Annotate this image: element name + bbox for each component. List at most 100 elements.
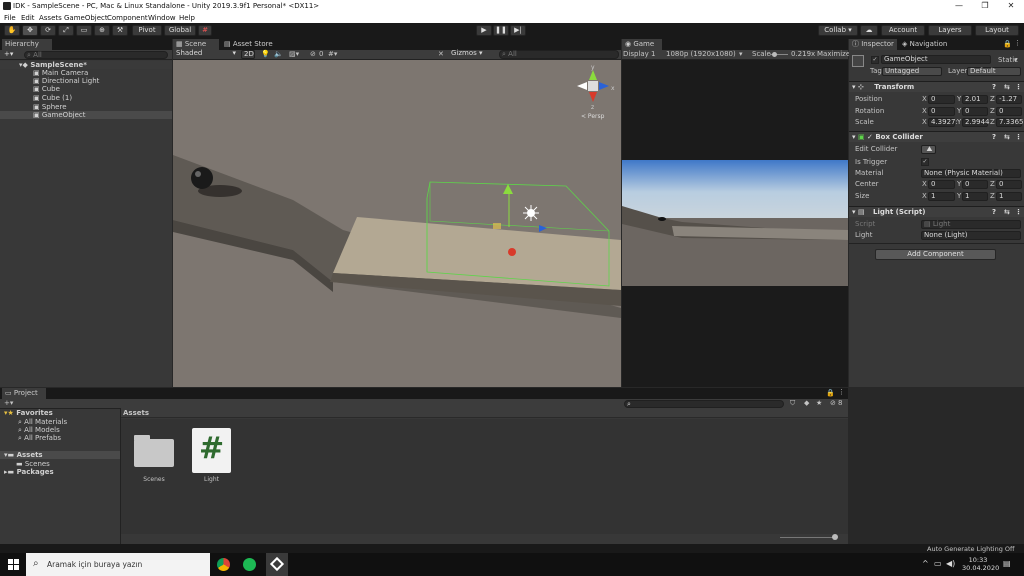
hierarchy-item[interactable]: ▣ Main Camera	[0, 69, 172, 77]
move-tool-icon[interactable]: ✥	[22, 25, 38, 36]
notifications-icon[interactable]: ▤	[1003, 559, 1011, 568]
audio-toggle-icon[interactable]: 🔈	[274, 50, 283, 58]
lock-icon[interactable]: 🔒	[826, 389, 835, 397]
light-script-header[interactable]: ▾ ▤ Light (Script) ? ⇆ ⋮	[849, 206, 1024, 217]
rotation-y-field[interactable]: 0	[962, 107, 988, 116]
position-y-field[interactable]: 2.01	[962, 95, 988, 104]
center-y-field[interactable]: 0	[962, 180, 988, 189]
taskbar-search-input[interactable]: ⌕ Aramak için buraya yazın	[26, 553, 210, 576]
menu-gameobject[interactable]: GameObject	[64, 14, 108, 22]
hierarchy-item[interactable]: ▣ Cube (1)	[0, 94, 172, 102]
size-x-field[interactable]: 1	[928, 192, 955, 201]
menu-dots-icon[interactable]: ⋮	[1014, 39, 1021, 47]
tab-game[interactable]: ◉ Game	[622, 39, 662, 50]
account-dropdown[interactable]: Account	[881, 25, 925, 36]
preset-icon[interactable]: ⇆	[1004, 82, 1010, 93]
add-icon[interactable]: +▾	[4, 399, 13, 407]
scale-y-field[interactable]: 2.9944	[962, 118, 990, 127]
scene-viewport[interactable]: y x z < Persp	[173, 60, 621, 387]
2d-toggle[interactable]: 2D	[241, 50, 255, 59]
assets-child-item[interactable]: ▬ Scenes	[16, 460, 50, 468]
menu-dots-icon[interactable]: ⋮	[1015, 207, 1022, 218]
icon-size-slider[interactable]	[780, 537, 836, 538]
filter-label-icon[interactable]: ◆	[804, 399, 809, 407]
tools-icon[interactable]: ✕	[438, 50, 444, 58]
light-field[interactable]: None (Light)	[921, 231, 1021, 240]
volume-icon[interactable]: ◀)	[946, 559, 955, 568]
add-icon[interactable]: +▾	[4, 50, 13, 58]
project-search-input[interactable]: ⌕	[624, 400, 784, 408]
scene-search-input[interactable]: ⌕ All	[499, 50, 619, 59]
grid-snap-icon[interactable]: #	[198, 25, 212, 36]
rotation-x-field[interactable]: 0	[928, 107, 955, 116]
close-button[interactable]: ✕	[998, 0, 1024, 13]
favorite-item[interactable]: ⌕ All Prefabs	[18, 434, 61, 442]
gizmos-dropdown[interactable]: Gizmos ▾	[449, 50, 493, 59]
hierarchy-item[interactable]: ▣ Sphere	[0, 103, 172, 111]
center-z-field[interactable]: 0	[996, 180, 1022, 189]
scale-z-field[interactable]: 7.3365	[996, 118, 1024, 127]
preset-icon[interactable]: ⇆	[1004, 132, 1010, 143]
rotate-tool-icon[interactable]: ⟳	[40, 25, 56, 36]
transform-header[interactable]: ▾ ⊹ Transform ? ⇆ ⋮	[849, 81, 1024, 92]
is-trigger-checkbox[interactable]: ✓	[921, 158, 929, 166]
scale-slider-handle[interactable]	[772, 52, 777, 57]
help-icon[interactable]: ?	[992, 132, 996, 143]
filter-type-icon[interactable]: ⛉	[790, 399, 795, 408]
preset-icon[interactable]: ⇆	[1004, 207, 1010, 218]
effects-toggle-icon[interactable]: ▨▾	[289, 50, 299, 58]
tab-navigation[interactable]: ◈ Navigation	[899, 39, 957, 50]
menu-component[interactable]: Component	[107, 14, 148, 22]
play-button-icon[interactable]: ▶	[476, 25, 492, 36]
assets-node[interactable]: ▾▬ Assets	[0, 451, 120, 459]
add-component-button[interactable]: Add Component	[875, 249, 996, 260]
hand-tool-icon[interactable]: ✋	[4, 25, 20, 36]
hidden-objects-icon[interactable]: ⊘	[310, 50, 316, 58]
packages-node[interactable]: ▸▬ Packages	[4, 468, 54, 476]
favorite-item[interactable]: ⌕ All Materials	[18, 418, 67, 426]
grid-icon[interactable]: #▾	[328, 50, 337, 58]
favorite-item[interactable]: ⌕ All Models	[18, 426, 60, 434]
lock-icon[interactable]: 🔒	[1003, 40, 1012, 48]
menu-file[interactable]: File	[4, 14, 16, 22]
chrome-icon[interactable]	[217, 558, 230, 571]
menu-window[interactable]: Window	[148, 14, 176, 22]
tab-asset-store[interactable]: ▤ Asset Store	[221, 39, 281, 50]
tab-inspector[interactable]: ⓘ Inspector	[849, 39, 897, 50]
hierarchy-item-selected[interactable]: ▣ GameObject	[0, 111, 172, 119]
help-icon[interactable]: ?	[992, 82, 996, 93]
tab-project[interactable]: ▭ Project	[2, 388, 46, 399]
layer-dropdown[interactable]: Default	[967, 67, 1021, 76]
menu-dots-icon[interactable]: ⋮	[1015, 132, 1022, 143]
breadcrumb-assets[interactable]: Assets	[123, 409, 149, 417]
active-checkbox[interactable]: ✓	[871, 56, 879, 64]
cloud-icon[interactable]: ☁	[860, 25, 878, 36]
minimize-button[interactable]: —	[946, 0, 972, 13]
chevron-up-icon[interactable]: ^	[922, 559, 929, 568]
pause-button-icon[interactable]: ❚❚	[493, 25, 509, 36]
size-z-field[interactable]: 1	[996, 192, 1022, 201]
rect-tool-icon[interactable]: ▭	[76, 25, 92, 36]
center-x-field[interactable]: 0	[928, 180, 955, 189]
help-icon[interactable]: ?	[992, 207, 996, 218]
menu-dots-icon[interactable]: ⋮	[1015, 82, 1022, 93]
pivot-button[interactable]: Pivot	[132, 25, 162, 36]
hierarchy-item[interactable]: ▣ Directional Light	[0, 77, 172, 85]
hierarchy-item[interactable]: ▣ Cube	[0, 85, 172, 93]
game-view[interactable]	[622, 160, 848, 286]
icon-size-slider-handle[interactable]	[832, 534, 838, 540]
rotation-z-field[interactable]: 0	[996, 107, 1022, 116]
unity-taskbar-icon[interactable]	[266, 553, 288, 576]
layers-dropdown[interactable]: Layers	[928, 25, 972, 36]
menu-dots-icon[interactable]: ⋮	[838, 388, 845, 396]
transform-tool-icon[interactable]: ⊕	[94, 25, 110, 36]
custom-tool-icon[interactable]: ⚒	[112, 25, 128, 36]
size-y-field[interactable]: 1	[962, 192, 988, 201]
spotify-icon[interactable]	[243, 558, 256, 571]
asset-script-light[interactable]: #	[192, 428, 231, 473]
maximize-button[interactable]: ❐	[972, 0, 998, 13]
shading-mode-dropdown[interactable]: Shaded ▾	[174, 50, 238, 59]
hierarchy-search-input[interactable]: ⌕ All	[24, 51, 168, 59]
position-z-field[interactable]: -1.27	[996, 95, 1022, 104]
lighting-toggle-icon[interactable]: 💡	[261, 50, 270, 58]
